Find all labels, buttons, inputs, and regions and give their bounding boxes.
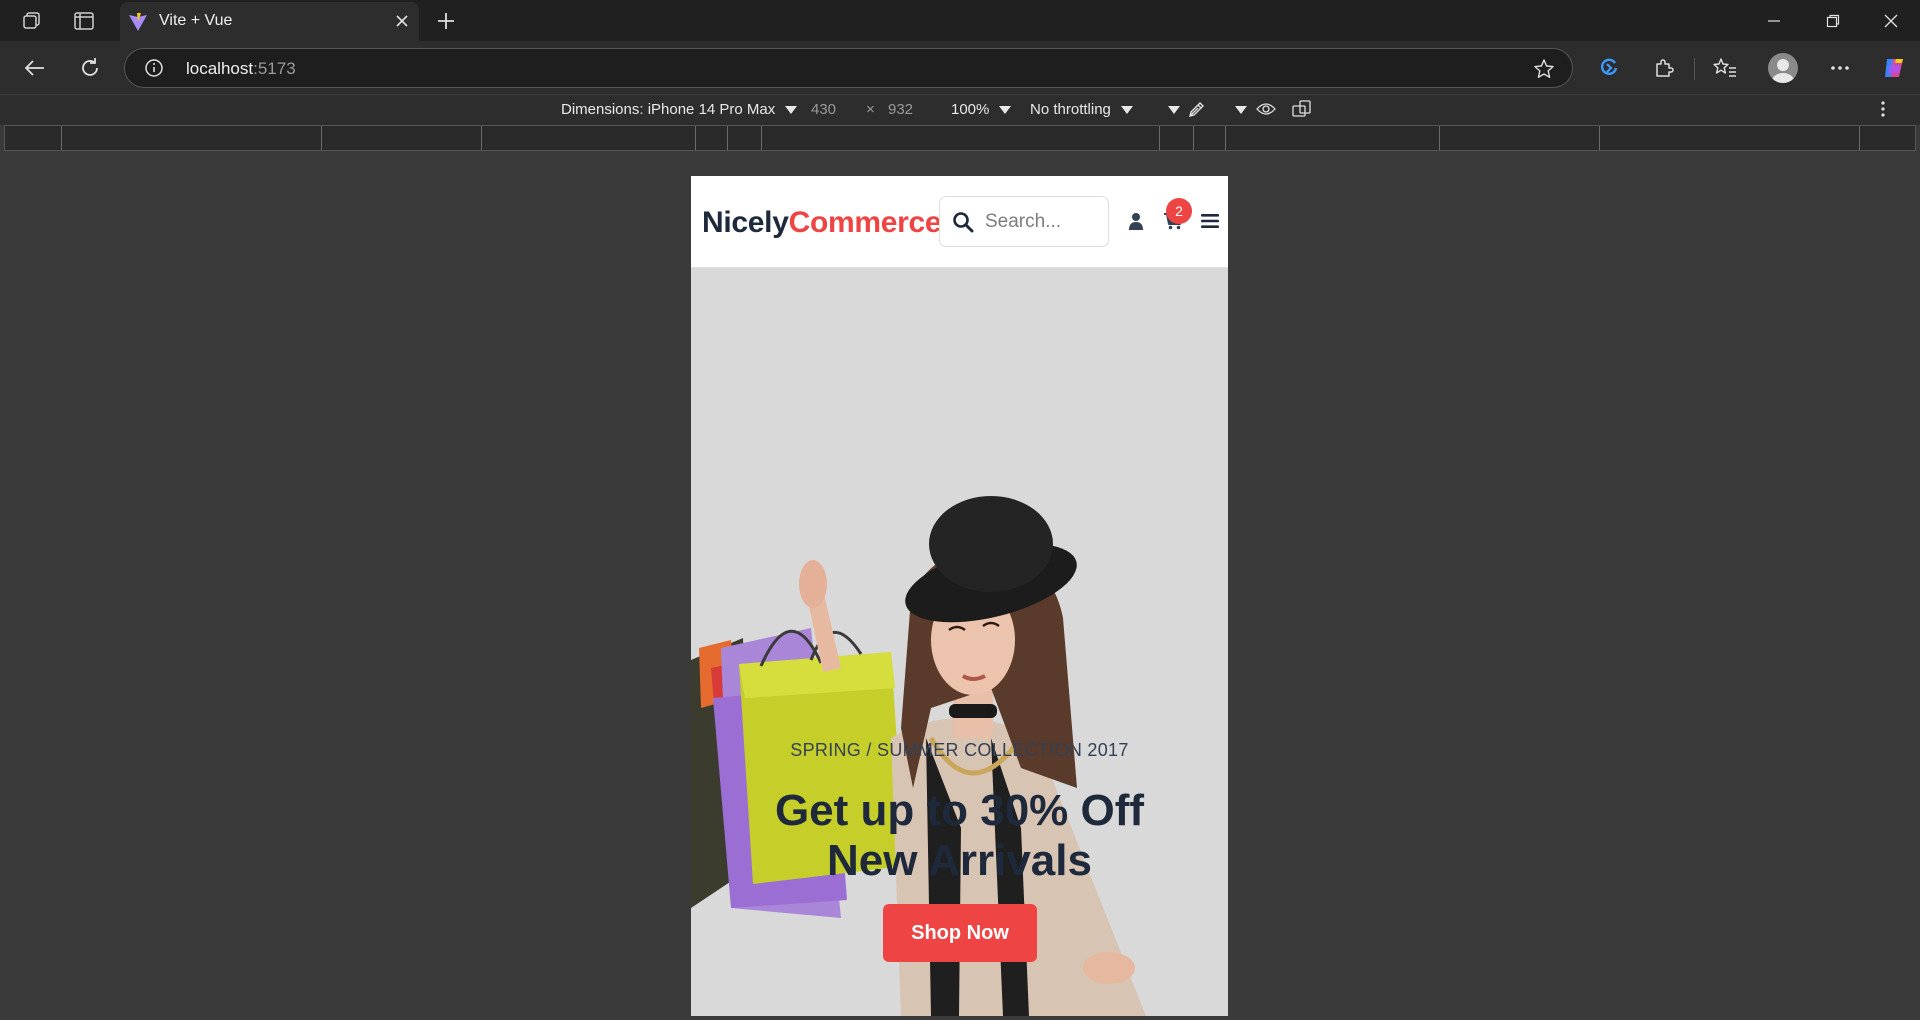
- throttling-dropdown[interactable]: No throttling: [1030, 101, 1133, 118]
- device-toolbar-menu-icon[interactable]: [1880, 99, 1886, 123]
- ruler-tick[interactable]: [1193, 126, 1194, 150]
- hamburger-menu-icon[interactable]: [1199, 210, 1221, 232]
- hero-title: Get up to 30% Off New Arrivals: [774, 786, 1145, 885]
- back-icon[interactable]: [21, 54, 49, 82]
- ruler-tick[interactable]: [61, 126, 62, 150]
- restore-icon[interactable]: [1813, 8, 1853, 34]
- user-icon[interactable]: [1125, 210, 1147, 232]
- tab-title: Vite + Vue: [159, 12, 233, 29]
- copilot-icon[interactable]: [1880, 54, 1908, 82]
- cart-count-badge: 2: [1166, 198, 1192, 224]
- browser-tab-strip: Vite + Vue: [0, 0, 1920, 41]
- refresh-extension-icon[interactable]: [1595, 54, 1623, 82]
- media-query-bar[interactable]: [4, 125, 1916, 151]
- chevron-down-icon: [785, 106, 798, 115]
- height-input[interactable]: 932: [888, 101, 913, 118]
- ruler-tick[interactable]: [1599, 126, 1600, 150]
- chevron-down-icon: [1120, 106, 1133, 115]
- more-dropdown[interactable]: [1158, 101, 1180, 118]
- hero-banner: SPRING / SUMMER COLLECTION 2017 Get up t…: [691, 268, 1228, 1016]
- vision-icon[interactable]: [1256, 101, 1276, 121]
- ruler-tick[interactable]: [481, 126, 482, 150]
- profile-avatar-icon[interactable]: [1768, 53, 1798, 83]
- chevron-down-icon: [1235, 106, 1247, 115]
- width-input[interactable]: 430: [811, 101, 836, 118]
- tab-actions-icon[interactable]: [72, 10, 96, 32]
- site-info-icon[interactable]: [144, 58, 164, 78]
- ruler-tick[interactable]: [321, 126, 322, 150]
- close-window-icon[interactable]: [1871, 8, 1911, 34]
- site-logo[interactable]: NicelyCommerce: [702, 206, 942, 240]
- workspaces-icon[interactable]: [20, 10, 44, 32]
- ruler-tick[interactable]: [695, 126, 696, 150]
- times-separator: ×: [866, 101, 875, 118]
- device-toolbar: Dimensions: iPhone 14 Pro Max 430 × 932 …: [0, 94, 1920, 125]
- ruler-tick[interactable]: [1439, 126, 1440, 150]
- favorites-icon[interactable]: [1711, 54, 1739, 82]
- ruler-tick[interactable]: [727, 126, 728, 150]
- chevron-down-icon: [1168, 106, 1180, 115]
- site-header: NicelyCommerce 2: [691, 176, 1228, 268]
- address-bar[interactable]: localhost:5173: [124, 48, 1573, 88]
- ruler-tick[interactable]: [761, 126, 762, 150]
- zoom-dropdown[interactable]: 100%: [951, 101, 1012, 118]
- eyedropper-icon[interactable]: [1187, 99, 1207, 123]
- favorite-star-icon[interactable]: [1532, 57, 1556, 81]
- close-tab-icon[interactable]: [391, 10, 413, 32]
- ruler-tick[interactable]: [1225, 126, 1226, 150]
- hero-subtitle: SPRING / SUMMER COLLECTION 2017: [790, 740, 1129, 760]
- search-icon[interactable]: [952, 211, 974, 233]
- chevron-down-icon: [999, 106, 1012, 115]
- ruler-tick[interactable]: [1859, 126, 1860, 150]
- more-options-icon[interactable]: [1826, 54, 1854, 82]
- browser-toolbar: localhost:5173: [0, 41, 1920, 94]
- shop-now-button[interactable]: Shop Now: [883, 904, 1037, 962]
- dimensions-dropdown[interactable]: Dimensions: iPhone 14 Pro Max: [561, 101, 798, 118]
- toolbar-divider: [1694, 58, 1695, 80]
- ruler-tick[interactable]: [1159, 126, 1160, 150]
- emulated-viewport: NicelyCommerce 2: [691, 176, 1228, 1016]
- extensions-icon[interactable]: [1650, 54, 1678, 82]
- url-text: localhost:5173: [186, 59, 296, 78]
- vite-logo-icon: [128, 12, 148, 32]
- refresh-icon[interactable]: [76, 54, 104, 82]
- search-box: [939, 196, 1109, 247]
- eyedropper-dropdown[interactable]: [1225, 101, 1247, 118]
- tab-active[interactable]: Vite + Vue: [120, 2, 419, 41]
- minimize-icon[interactable]: [1754, 8, 1794, 34]
- rotate-device-icon[interactable]: [1292, 100, 1312, 122]
- search-input[interactable]: [985, 209, 1100, 235]
- new-tab-icon[interactable]: [433, 8, 459, 34]
